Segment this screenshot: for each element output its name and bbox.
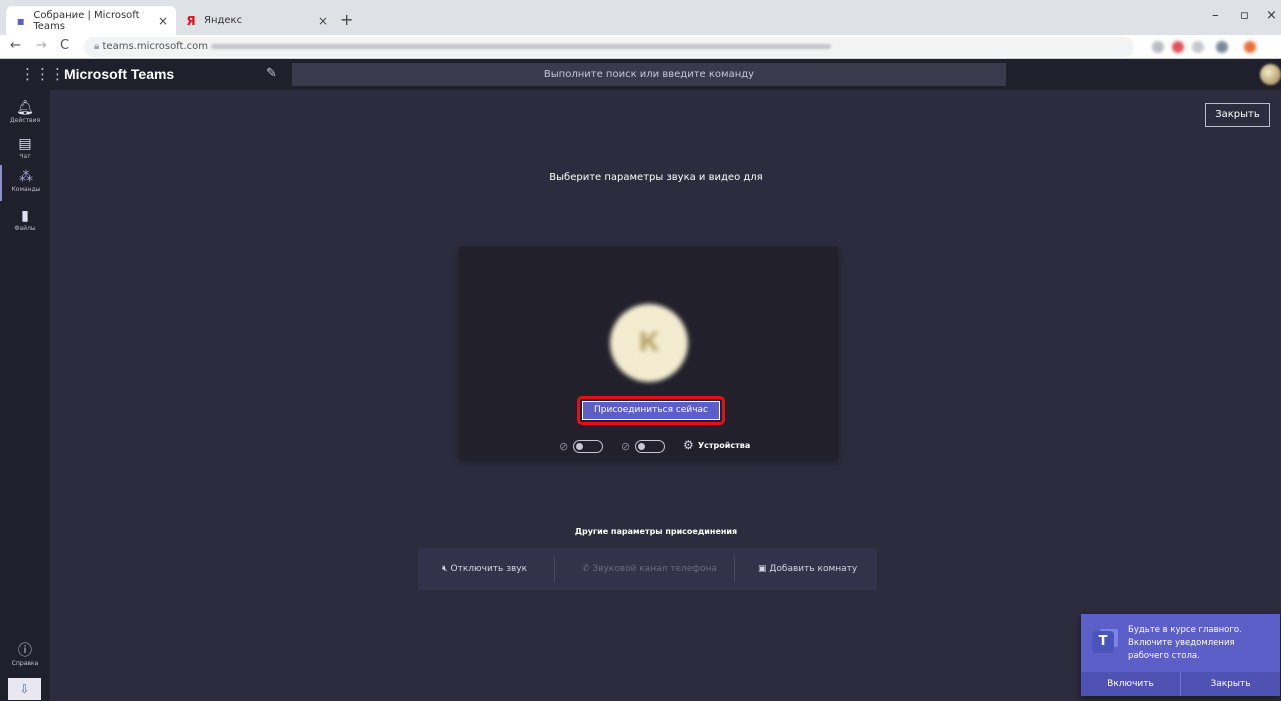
- tab-teams[interactable]: ▪ Собрание | Microsoft Teams ×: [6, 6, 176, 35]
- tab-yandex[interactable]: Я Яндекс ×: [176, 6, 336, 35]
- rail-item-label: Файлы: [14, 225, 36, 232]
- extension-icon[interactable]: [1172, 41, 1184, 53]
- phone-icon: ✆: [582, 564, 593, 574]
- maximize-icon[interactable]: ▫: [1240, 8, 1249, 23]
- app-title: Microsoft Teams: [64, 66, 175, 82]
- toast-close-button[interactable]: Закрыть: [1180, 672, 1280, 696]
- option-label: Добавить комнату: [769, 564, 858, 574]
- mic-toggle[interactable]: [635, 440, 665, 453]
- speaker-muted-icon: 🔇︎: [442, 564, 451, 574]
- profile-icon[interactable]: [1244, 41, 1256, 53]
- camera-off-icon: ⊘: [559, 440, 569, 453]
- add-room-option[interactable]: ▣ Добавить комнату: [758, 548, 857, 590]
- lock-icon: 🔒︎: [94, 41, 103, 52]
- divider: [734, 556, 735, 582]
- rail-item-label: Справка: [11, 660, 39, 667]
- file-icon: ▮: [21, 208, 29, 224]
- room-icon: ▣: [758, 564, 770, 574]
- minimize-icon[interactable]: –: [1212, 8, 1219, 23]
- browser-tabstrip: ▪ Собрание | Microsoft Teams × Я Яндекс …: [0, 0, 1281, 35]
- new-tab-plus-icon[interactable]: +: [340, 10, 353, 29]
- chat-icon: ▤: [18, 136, 32, 152]
- teams-favicon-icon: ▪: [16, 13, 25, 28]
- close-button[interactable]: Закрыть: [1205, 103, 1270, 127]
- app-rail: 🔔︎ Действия ▤ Чат ⁂ Команды ▮ Файлы: [0, 90, 50, 701]
- compose-icon[interactable]: ✎: [266, 66, 277, 81]
- search-input[interactable]: Выполните поиск или введите команду: [292, 63, 1006, 86]
- teams-header: ⋮⋮⋮ Microsoft Teams ✎ Выполните поиск ил…: [0, 59, 1281, 90]
- rail-item-label: Действия: [9, 117, 41, 124]
- prejoin-prompt: Выберите параметры звука и видео для: [549, 172, 763, 183]
- enable-notifications-button[interactable]: Включить: [1081, 672, 1180, 696]
- bell-icon: 🔔︎: [16, 100, 34, 116]
- gear-icon[interactable]: ⚙: [683, 438, 694, 452]
- back-arrow-icon[interactable]: ←: [10, 38, 21, 53]
- tab-title: Яндекс: [204, 15, 243, 26]
- address-bar[interactable]: 🔒︎ teams.microsoft.com: [84, 37, 1134, 57]
- toast-message: Будьте в курсе главного. Включите уведом…: [1128, 625, 1242, 661]
- extension-icon[interactable]: [1192, 41, 1204, 53]
- option-label: Отключить звук: [450, 564, 528, 574]
- extension-icon[interactable]: [1152, 41, 1164, 53]
- toast-actions: Включить Закрыть: [1081, 672, 1280, 696]
- rail-item-help[interactable]: ⓘ Справка: [0, 640, 50, 667]
- close-tab-icon[interactable]: ×: [318, 14, 328, 28]
- notification-toast: T Будьте в курсе главного. Включите увед…: [1081, 614, 1280, 696]
- phone-audio-option: ✆ Звуковой канал телефона: [582, 548, 717, 590]
- devices-button[interactable]: Устройства: [698, 441, 750, 450]
- camera-toggle[interactable]: [573, 440, 603, 453]
- rail-item-label: Команды: [11, 186, 41, 193]
- mic-off-icon: ⊘: [621, 440, 631, 453]
- help-icon: ⓘ: [18, 643, 32, 659]
- extension-icon[interactable]: [1216, 41, 1228, 53]
- preview-avatar: К: [610, 304, 688, 382]
- url-blurred: [211, 43, 832, 49]
- yandex-favicon-icon: Я: [186, 13, 196, 28]
- rail-item-files[interactable]: ▮ Файлы: [0, 204, 50, 240]
- window-close-icon[interactable]: ×: [1266, 8, 1277, 23]
- app-launcher-icon[interactable]: ⋮⋮⋮: [20, 65, 65, 83]
- rail-item-chat[interactable]: ▤ Чат: [0, 132, 50, 168]
- option-label: Звуковой канал телефона: [592, 564, 717, 574]
- tab-title: Собрание | Microsoft Teams: [33, 9, 140, 32]
- rail-item-label: Чат: [19, 153, 31, 160]
- join-now-button[interactable]: Присоединиться сейчас: [582, 401, 720, 420]
- user-avatar[interactable]: [1260, 64, 1281, 85]
- close-tab-icon[interactable]: ×: [158, 14, 168, 28]
- audio-off-option[interactable]: 🔇︎ Отключить звук: [442, 548, 527, 590]
- other-join-options: 🔇︎ Отключить звук ✆ Звуковой канал телеф…: [418, 548, 877, 590]
- divider: [554, 556, 555, 582]
- rail-item-teams[interactable]: ⁂ Команды: [0, 165, 50, 201]
- browser-toolbar: ← → C 🔒︎ teams.microsoft.com: [0, 35, 1281, 59]
- download-app-icon[interactable]: ⇩: [8, 678, 41, 700]
- video-preview: К Присоединиться сейчас ⊘ ⊘ ⚙ Устройства: [459, 247, 838, 460]
- teams-logo-icon: T: [1092, 631, 1114, 653]
- forward-arrow-icon[interactable]: →: [36, 38, 47, 53]
- reload-icon[interactable]: C: [60, 38, 69, 53]
- teams-icon: ⁂: [19, 169, 33, 185]
- rail-item-activity[interactable]: 🔔︎ Действия: [0, 96, 50, 132]
- other-join-options-title: Другие параметры присоединения: [574, 527, 738, 536]
- url-text: teams.microsoft.com: [102, 41, 209, 52]
